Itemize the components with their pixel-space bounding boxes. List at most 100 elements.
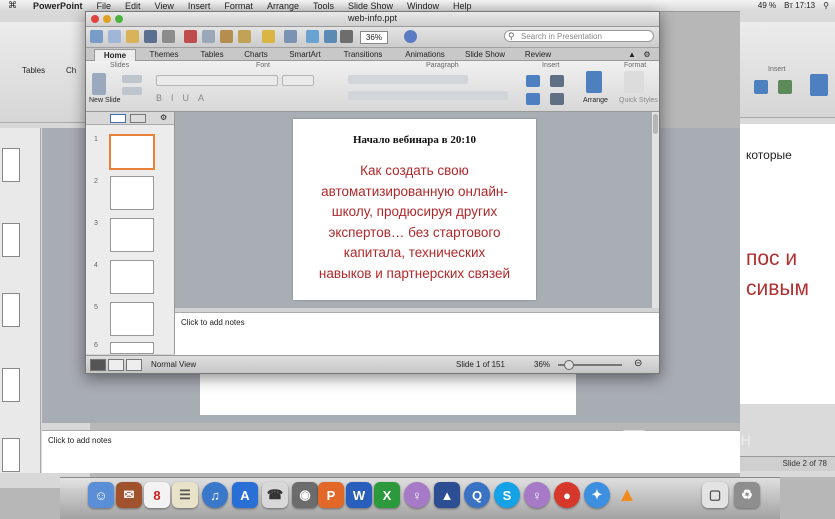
slide-sorter-button[interactable] [108, 359, 124, 371]
word-icon[interactable]: W [346, 482, 372, 508]
finder-icon[interactable]: ☺ [88, 482, 114, 508]
gallery-icon[interactable] [90, 30, 103, 43]
picture-icon[interactable] [262, 30, 275, 43]
arrange-button[interactable]: Arrange [583, 97, 608, 104]
mail-stamp-icon[interactable]: ✉ [116, 482, 142, 508]
tab-charts[interactable]: Charts [236, 49, 276, 60]
tab-themes[interactable]: Themes [144, 49, 184, 60]
font-size-select[interactable] [282, 75, 314, 86]
app-store-icon[interactable]: A [232, 482, 258, 508]
current-slide[interactable]: Начало вебинара в 20:10 Как создать свою… [293, 119, 536, 300]
menu-format[interactable]: Format [224, 1, 253, 11]
normal-view-button[interactable] [90, 359, 106, 371]
undo-icon[interactable] [284, 30, 297, 43]
layout-button[interactable] [122, 75, 142, 83]
itunes-icon[interactable]: ♫ [202, 482, 228, 508]
slide-thumbnail-3[interactable] [110, 218, 154, 252]
messages-icon[interactable]: ☎ [262, 482, 288, 508]
new-slide-icon[interactable] [92, 73, 106, 95]
slide-body[interactable]: Как создать свою автоматизированную онла… [299, 161, 530, 284]
pane-options-icon[interactable]: ⚙ [160, 113, 167, 122]
fit-window-icon[interactable]: ⊝ [634, 358, 642, 369]
print-icon[interactable] [162, 30, 175, 43]
copy-icon[interactable] [202, 30, 215, 43]
trash-icon[interactable]: ♻ [734, 482, 760, 508]
slides-view-toggle[interactable] [110, 114, 126, 123]
notes-icon[interactable]: ☰ [172, 482, 198, 508]
menu-view[interactable]: View [155, 1, 174, 11]
zoom-slider-handle[interactable] [564, 360, 574, 370]
safari-icon[interactable]: ✦ [584, 482, 610, 508]
reset-button[interactable] [122, 87, 142, 95]
ribbon-collapse-icon[interactable]: ▲ [626, 49, 638, 60]
menu-help[interactable]: Help [453, 1, 472, 11]
quicktime-icon[interactable]: Q [464, 482, 490, 508]
search-input[interactable]: Search in Presentation [504, 30, 654, 42]
photo-booth-icon[interactable]: ◉ [292, 482, 318, 508]
apple-menu-icon[interactable]: ⌘ [8, 0, 17, 11]
notes-page-button[interactable] [126, 359, 142, 371]
format-painter-icon[interactable] [238, 30, 251, 43]
tab-animations[interactable]: Animations [398, 49, 452, 60]
slide-thumbnail-4[interactable] [110, 260, 154, 294]
menu-tools[interactable]: Tools [313, 1, 334, 11]
notes-pane[interactable]: Click to add notes [175, 312, 659, 355]
battery-status[interactable]: 49 % [758, 0, 776, 11]
tab-home[interactable]: Home [94, 49, 136, 61]
paragraph-buttons-row1[interactable] [348, 75, 468, 84]
excel-icon[interactable]: X [374, 482, 400, 508]
preview-icon[interactable]: ▢ [702, 482, 728, 508]
save-icon[interactable] [144, 30, 157, 43]
slide-thumbnail-5[interactable] [110, 302, 154, 336]
outline-view-toggle[interactable] [130, 114, 146, 123]
new-slide-button[interactable]: New Slide [89, 97, 121, 104]
paste-icon[interactable] [220, 30, 233, 43]
zoom-field[interactable]: 36% [360, 31, 388, 44]
open-icon[interactable] [126, 30, 139, 43]
menu-edit[interactable]: Edit [125, 1, 141, 11]
tab-slide-show[interactable]: Slide Show [460, 49, 510, 60]
scrollbar-thumb[interactable] [653, 114, 658, 134]
powerpoint-icon[interactable]: P [318, 482, 344, 508]
app-icon-purple[interactable]: ♀ [404, 482, 430, 508]
slide-title[interactable]: Начало вебинара в 20:10 [293, 134, 536, 146]
shape-icon[interactable] [550, 75, 564, 87]
media-icon[interactable] [550, 93, 564, 105]
quick-styles-icon[interactable] [624, 71, 644, 93]
menu-arrange[interactable]: Arrange [267, 1, 299, 11]
app-icon-purple-2[interactable]: ♀ [524, 482, 550, 508]
menu-app-name[interactable]: PowerPoint [33, 1, 83, 11]
menu-file[interactable]: File [97, 1, 112, 11]
ribbon-options-icon[interactable]: ⚙ [641, 49, 653, 60]
font-name-select[interactable] [156, 75, 278, 86]
toolbox-icon[interactable] [340, 30, 353, 43]
picture-insert-icon[interactable] [526, 93, 540, 105]
help-icon[interactable] [404, 30, 417, 43]
text-box-icon[interactable] [526, 75, 540, 87]
chrome-icon[interactable]: ● [554, 482, 580, 508]
keynote-icon[interactable]: ▲ [434, 482, 460, 508]
new-icon[interactable] [108, 30, 121, 43]
slideshow-icon[interactable] [324, 30, 337, 43]
slide-thumbnail-2[interactable] [110, 176, 154, 210]
tab-smartart[interactable]: SmartArt [282, 49, 328, 60]
spotlight-icon[interactable]: ⚲ [823, 0, 829, 11]
title-bar[interactable]: web-info.ppt [86, 12, 659, 27]
vlc-icon[interactable]: ▲ [614, 482, 640, 508]
menu-insert[interactable]: Insert [188, 1, 211, 11]
notes-placeholder[interactable]: Click to add notes [181, 318, 245, 327]
paragraph-buttons-row2[interactable] [348, 91, 508, 100]
font-format-buttons[interactable]: BIUA [156, 93, 213, 103]
tab-tables[interactable]: Tables [192, 49, 232, 60]
sum-icon[interactable] [306, 30, 319, 43]
calendar-icon[interactable]: 8 [144, 482, 170, 508]
vertical-scrollbar[interactable] [652, 112, 659, 308]
slide-thumbnail-6[interactable] [110, 342, 154, 354]
skype-icon[interactable]: S [494, 482, 520, 508]
slide-thumbnail-1[interactable] [109, 134, 155, 170]
menu-slide-show[interactable]: Slide Show [348, 1, 393, 11]
menu-window[interactable]: Window [407, 1, 439, 11]
tab-transitions[interactable]: Transitions [336, 49, 390, 60]
cut-icon[interactable] [184, 30, 197, 43]
quick-styles-button[interactable]: Quick Styles [619, 97, 658, 104]
